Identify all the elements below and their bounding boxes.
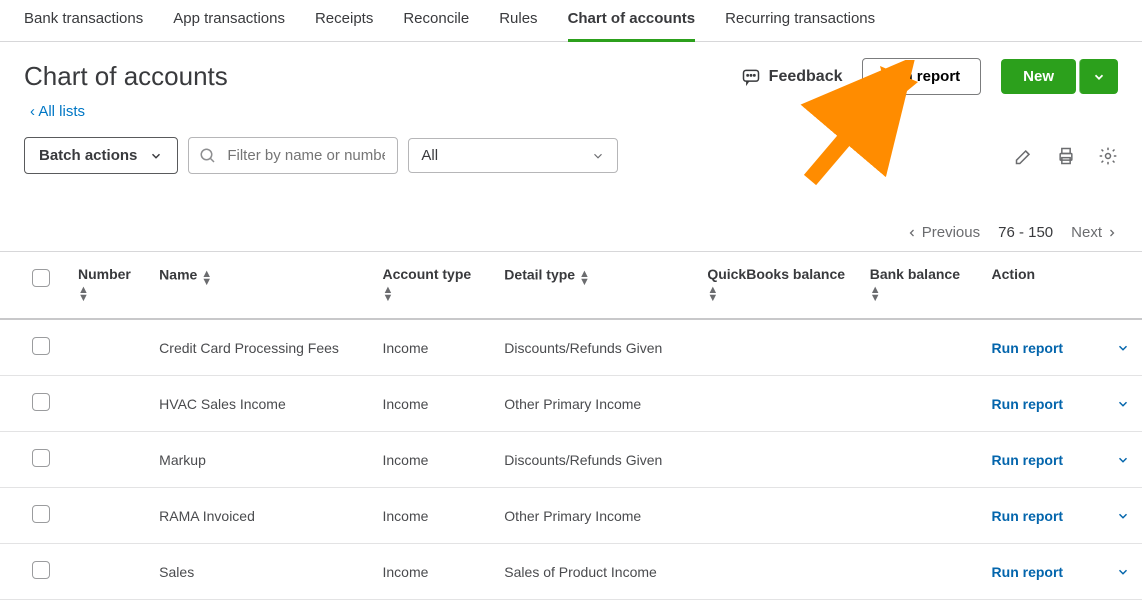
row-checkbox[interactable] xyxy=(32,393,50,411)
col-header-name[interactable]: Name ▲▼ xyxy=(147,252,370,320)
chevron-left-icon xyxy=(906,227,918,239)
cell-qb-balance xyxy=(695,432,857,488)
col-header-bank-balance[interactable]: Bank balance▲▼ xyxy=(858,252,980,320)
row-run-report-link[interactable]: Run report xyxy=(992,396,1064,412)
tab-bank-transactions[interactable]: Bank transactions xyxy=(24,0,143,41)
cell-account-type: Income xyxy=(370,319,492,376)
pagination-next[interactable]: Next xyxy=(1071,224,1118,241)
pagination-previous[interactable]: Previous xyxy=(906,224,980,241)
cell-bank-balance xyxy=(858,544,980,600)
cell-qb-balance xyxy=(695,319,857,376)
cell-bank-balance xyxy=(858,319,980,376)
search-input[interactable] xyxy=(225,146,387,165)
chevron-down-icon xyxy=(149,149,163,163)
row-action-dropdown[interactable] xyxy=(1116,565,1130,579)
pagination: Previous 76 - 150 Next xyxy=(0,174,1142,251)
tab-chart-of-accounts[interactable]: Chart of accounts xyxy=(568,0,696,41)
cell-name[interactable]: Credit Card Processing Fees xyxy=(147,319,370,376)
type-filter-select[interactable]: All xyxy=(408,138,618,173)
back-link-label: All lists xyxy=(38,103,85,120)
table-row: HVAC Sales Income Income Other Primary I… xyxy=(0,376,1142,432)
search-input-wrap[interactable] xyxy=(188,137,398,174)
chevron-right-icon xyxy=(1106,227,1118,239)
cell-number xyxy=(66,376,147,432)
page-title: Chart of accounts xyxy=(24,61,228,92)
tab-reconcile[interactable]: Reconcile xyxy=(403,0,469,41)
tab-recurring-transactions[interactable]: Recurring transactions xyxy=(725,0,875,41)
cell-qb-balance xyxy=(695,376,857,432)
col-header-detail-type[interactable]: Detail type ▲▼ xyxy=(492,252,695,320)
new-dropdown-button[interactable] xyxy=(1079,59,1118,94)
col-header-action: Action xyxy=(980,252,1142,320)
cell-name[interactable]: HVAC Sales Income xyxy=(147,376,370,432)
row-action-dropdown[interactable] xyxy=(1116,397,1130,411)
col-header-number[interactable]: Number▲▼ xyxy=(66,252,147,320)
row-run-report-link[interactable]: Run report xyxy=(992,508,1064,524)
table-row: Credit Card Processing Fees Income Disco… xyxy=(0,319,1142,376)
col-header-qb-balance[interactable]: QuickBooks balance▲▼ xyxy=(695,252,857,320)
table-row: Sales Income Sales of Product Income Run… xyxy=(0,544,1142,600)
cell-bank-balance xyxy=(858,376,980,432)
feedback-link[interactable]: Feedback xyxy=(741,67,843,87)
filter-row: Batch actions All xyxy=(0,137,1142,174)
cell-bank-balance xyxy=(858,488,980,544)
cell-account-type: Income xyxy=(370,544,492,600)
row-checkbox[interactable] xyxy=(32,505,50,523)
cell-detail-type: Discounts/Refunds Given xyxy=(492,432,695,488)
table-row: RAMA Invoiced Income Other Primary Incom… xyxy=(0,488,1142,544)
cell-detail-type: Discounts/Refunds Given xyxy=(492,319,695,376)
row-checkbox[interactable] xyxy=(32,449,50,467)
cell-number xyxy=(66,544,147,600)
table-row: Markup Income Discounts/Refunds Given Ru… xyxy=(0,432,1142,488)
select-all-checkbox[interactable] xyxy=(32,269,50,287)
row-action-dropdown[interactable] xyxy=(1116,453,1130,467)
chevron-left-icon: ‹ xyxy=(30,103,35,120)
row-run-report-link[interactable]: Run report xyxy=(992,452,1064,468)
row-run-report-link[interactable]: Run report xyxy=(992,564,1064,580)
pagination-range: 76 - 150 xyxy=(998,224,1053,241)
row-checkbox[interactable] xyxy=(32,561,50,579)
print-icon[interactable] xyxy=(1056,146,1076,166)
run-report-button[interactable]: Run report xyxy=(862,58,981,95)
cell-detail-type: Sales of Product Income xyxy=(492,544,695,600)
cell-account-type: Income xyxy=(370,376,492,432)
page-header: Chart of accounts Feedback Run report Ne… xyxy=(0,42,1142,99)
cell-account-type: Income xyxy=(370,488,492,544)
tab-app-transactions[interactable]: App transactions xyxy=(173,0,285,41)
cell-name[interactable]: RAMA Invoiced xyxy=(147,488,370,544)
cell-detail-type: Other Primary Income xyxy=(492,488,695,544)
search-icon xyxy=(199,147,217,165)
row-run-report-link[interactable]: Run report xyxy=(992,340,1064,356)
chat-icon xyxy=(741,67,761,87)
edit-icon[interactable] xyxy=(1014,146,1034,166)
row-action-dropdown[interactable] xyxy=(1116,341,1130,355)
chevron-down-icon xyxy=(591,149,605,163)
cell-bank-balance xyxy=(858,432,980,488)
cell-name[interactable]: Markup xyxy=(147,432,370,488)
cell-qb-balance xyxy=(695,544,857,600)
cell-number xyxy=(66,319,147,376)
cell-number xyxy=(66,432,147,488)
tab-rules[interactable]: Rules xyxy=(499,0,537,41)
gear-icon[interactable] xyxy=(1098,146,1118,166)
accounts-table: Number▲▼ Name ▲▼ Account type▲▼ Detail t… xyxy=(0,251,1142,600)
row-action-dropdown[interactable] xyxy=(1116,509,1130,523)
batch-actions-button[interactable]: Batch actions xyxy=(24,137,178,174)
tab-receipts[interactable]: Receipts xyxy=(315,0,373,41)
row-checkbox[interactable] xyxy=(32,337,50,355)
batch-label: Batch actions xyxy=(39,147,137,164)
new-button[interactable]: New xyxy=(1001,59,1076,94)
cell-number xyxy=(66,488,147,544)
cell-name[interactable]: Sales xyxy=(147,544,370,600)
cell-detail-type: Other Primary Income xyxy=(492,376,695,432)
feedback-label: Feedback xyxy=(769,68,843,86)
back-all-lists-link[interactable]: ‹ All lists xyxy=(30,103,85,120)
chevron-down-icon xyxy=(1092,70,1106,84)
top-nav: Bank transactions App transactions Recei… xyxy=(0,0,1142,42)
col-header-account-type[interactable]: Account type▲▼ xyxy=(370,252,492,320)
type-filter-value: All xyxy=(421,147,438,164)
cell-qb-balance xyxy=(695,488,857,544)
cell-account-type: Income xyxy=(370,432,492,488)
